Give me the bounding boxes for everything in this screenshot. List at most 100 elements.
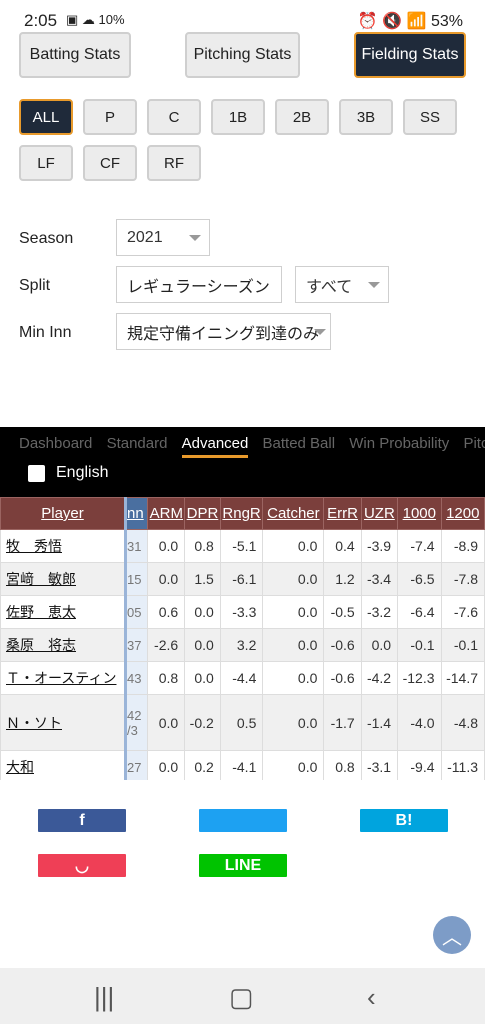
position-3b-button[interactable]: 3B bbox=[339, 99, 393, 135]
tab-standard[interactable]: Standard bbox=[107, 435, 168, 452]
header-1000[interactable]: 1000 bbox=[397, 497, 442, 530]
table-row: 佐野 恵太 05 0.6 0.0 -3.3 0.0 -0.5 -3.2 -6.4 -7.6 bbox=[0, 595, 485, 629]
stat-cell: 0.0 bbox=[147, 529, 186, 563]
tab-win-probability[interactable]: Win Probability bbox=[349, 435, 449, 452]
position-lf-button[interactable]: LF bbox=[19, 145, 73, 181]
stat-cell: -1.7 bbox=[323, 694, 362, 751]
stat-cell: 0.0 bbox=[262, 628, 325, 662]
inn-cell: 42 /3 bbox=[123, 694, 149, 751]
header-uzr[interactable]: UZR bbox=[360, 497, 399, 530]
stat-cell: -1.4 bbox=[360, 694, 399, 751]
inn-cell: 15 bbox=[123, 562, 149, 596]
position-cf-button[interactable]: CF bbox=[83, 145, 137, 181]
pocket-share-button[interactable]: ◡ bbox=[38, 854, 126, 877]
stat-cell: -9.4 bbox=[397, 750, 442, 780]
tab-pitch-type[interactable]: Pitch Type bbox=[463, 435, 485, 452]
split-detail-select[interactable]: すべて bbox=[295, 266, 389, 303]
facebook-icon: f bbox=[79, 811, 85, 829]
split-select[interactable]: レギュラーシーズン bbox=[116, 266, 282, 303]
subtab-list: Dashboard Standard Advanced Batted Ball … bbox=[19, 435, 485, 458]
stat-cell: -3.4 bbox=[360, 562, 399, 596]
header-inn[interactable]: nn bbox=[123, 497, 149, 530]
stat-cell: 1.5 bbox=[184, 562, 221, 596]
stat-cell: -6.1 bbox=[219, 562, 264, 596]
stat-cell: -0.1 bbox=[397, 628, 442, 662]
notification-icons: ▣ ☁ 10% bbox=[66, 12, 125, 27]
scroll-to-top-button[interactable]: ︿ bbox=[433, 916, 471, 954]
player-name-link[interactable]: Ｔ・オースティン bbox=[0, 661, 127, 695]
pocket-icon: ◡ bbox=[75, 857, 89, 875]
fielding-table-container[interactable]: Player nn ARM DPR RngR Catcher ErrR UZR … bbox=[0, 497, 485, 780]
back-icon[interactable]: ‹ bbox=[367, 982, 376, 1013]
header-arm[interactable]: ARM bbox=[147, 497, 186, 530]
stat-cell: 1.2 bbox=[323, 562, 362, 596]
position-1b-button[interactable]: 1B bbox=[211, 99, 265, 135]
stat-cell: -0.2 bbox=[184, 694, 221, 751]
table-row: Ｎ・ソト 42 /3 0.0 -0.2 0.5 0.0 -1.7 -1.4 -4.0 -4.8 bbox=[0, 694, 485, 751]
twitter-share-button[interactable] bbox=[199, 809, 287, 832]
player-name-link[interactable]: 桑原 将志 bbox=[0, 628, 127, 662]
stat-cell: -3.2 bbox=[360, 595, 399, 629]
stat-cell: -6.5 bbox=[397, 562, 442, 596]
chevron-down-icon bbox=[314, 329, 326, 335]
header-1200[interactable]: 1200 bbox=[440, 497, 485, 530]
inn-cell: 37 bbox=[123, 628, 149, 662]
line-share-button[interactable]: LINE bbox=[199, 854, 287, 877]
stat-cell: -4.8 bbox=[440, 694, 485, 751]
stat-cell: 0.0 bbox=[147, 562, 186, 596]
tab-batting-stats[interactable]: Batting Stats bbox=[19, 32, 131, 78]
stat-cell: -8.9 bbox=[440, 529, 485, 563]
tab-advanced[interactable]: Advanced bbox=[181, 435, 249, 458]
tab-pitching-stats[interactable]: Pitching Stats bbox=[185, 32, 300, 78]
header-player[interactable]: Player bbox=[0, 497, 127, 530]
english-toggle[interactable]: English bbox=[28, 464, 108, 482]
tab-batted-ball[interactable]: Batted Ball bbox=[263, 435, 336, 452]
position-ss-button[interactable]: SS bbox=[403, 99, 457, 135]
stat-cell: 0.8 bbox=[323, 750, 362, 780]
player-name-link[interactable]: 大和 bbox=[0, 750, 127, 780]
header-dpr[interactable]: DPR bbox=[184, 497, 221, 530]
line-icon: LINE bbox=[224, 856, 262, 874]
stat-cell: -7.8 bbox=[440, 562, 485, 596]
stat-cell: -4.4 bbox=[219, 661, 264, 695]
mininn-select[interactable]: 規定守備イニング到達のみ bbox=[116, 313, 331, 350]
position-p-button[interactable]: P bbox=[83, 99, 137, 135]
stat-cell: -7.6 bbox=[440, 595, 485, 629]
stat-cell: -0.6 bbox=[323, 628, 362, 662]
english-checkbox[interactable] bbox=[28, 464, 45, 482]
player-name-link[interactable]: 宮﨑 敏郎 bbox=[0, 562, 127, 596]
split-label: Split bbox=[19, 277, 51, 294]
position-all-button[interactable]: ALL bbox=[19, 99, 73, 135]
chevron-down-icon bbox=[189, 235, 201, 241]
season-select[interactable]: 2021 bbox=[116, 219, 210, 256]
stat-cell: 0.0 bbox=[262, 750, 325, 780]
player-name-link[interactable]: 牧 秀悟 bbox=[0, 529, 127, 563]
stat-cell: -0.1 bbox=[440, 628, 485, 662]
stat-cell: -7.4 bbox=[397, 529, 442, 563]
hatena-share-button[interactable]: B! bbox=[360, 809, 448, 832]
stat-cell: -3.9 bbox=[360, 529, 399, 563]
position-rf-button[interactable]: RF bbox=[147, 145, 201, 181]
clock: 2:05 bbox=[24, 11, 58, 30]
recent-apps-icon[interactable]: ||| bbox=[94, 982, 114, 1013]
position-2b-button[interactable]: 2B bbox=[275, 99, 329, 135]
header-rngr[interactable]: RngR bbox=[219, 497, 264, 530]
home-icon[interactable]: ▢ bbox=[229, 982, 254, 1013]
stat-cell: 3.2 bbox=[219, 628, 264, 662]
position-c-button[interactable]: C bbox=[147, 99, 201, 135]
facebook-share-button[interactable]: f bbox=[38, 809, 126, 832]
tab-fielding-stats[interactable]: Fielding Stats bbox=[354, 32, 466, 78]
stat-cell: -11.3 bbox=[440, 750, 485, 780]
stat-cell: 0.2 bbox=[184, 750, 221, 780]
table-row: 宮﨑 敏郎 15 0.0 1.5 -6.1 0.0 1.2 -3.4 -6.5 -7.8 bbox=[0, 562, 485, 596]
stat-cell: 0.8 bbox=[147, 661, 186, 695]
stat-cell: -4.0 bbox=[397, 694, 442, 751]
stat-cell: -5.1 bbox=[219, 529, 264, 563]
header-errr[interactable]: ErrR bbox=[323, 497, 362, 530]
header-catcher[interactable]: Catcher bbox=[262, 497, 325, 530]
hatena-icon: B! bbox=[395, 811, 413, 829]
player-name-link[interactable]: Ｎ・ソト bbox=[0, 694, 127, 751]
player-name-link[interactable]: 佐野 恵太 bbox=[0, 595, 127, 629]
tab-dashboard[interactable]: Dashboard bbox=[19, 435, 92, 452]
stat-cell: 0.0 bbox=[262, 661, 325, 695]
